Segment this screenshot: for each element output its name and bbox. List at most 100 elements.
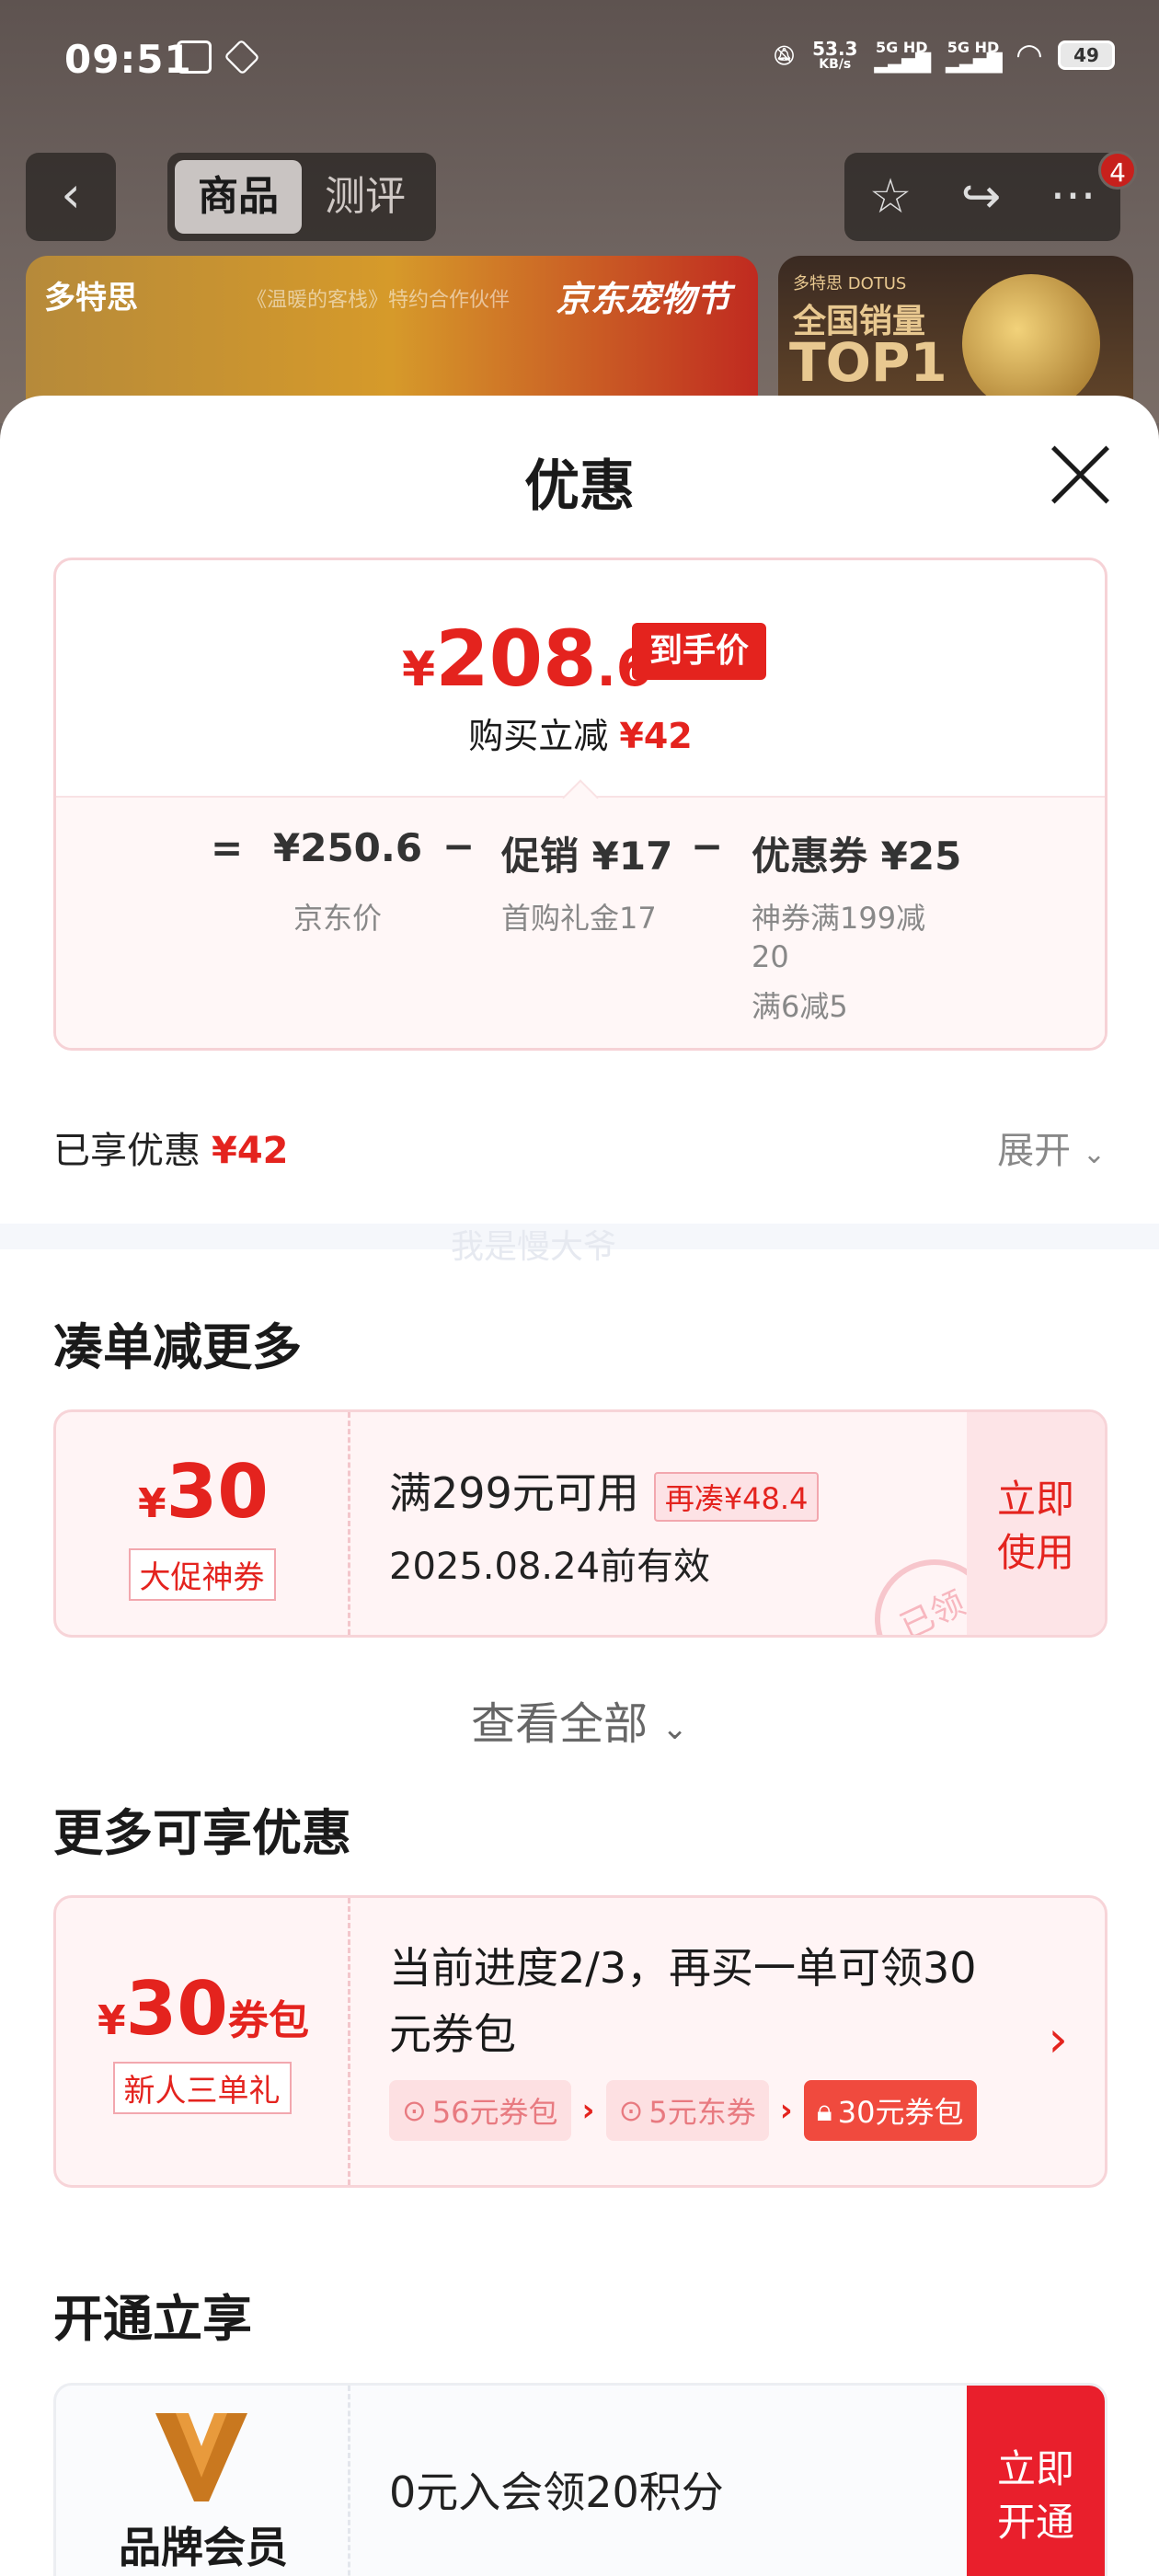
- step-2-label: 5元东券: [648, 2095, 756, 2130]
- check-circle-icon: ⊙: [618, 2093, 644, 2128]
- pack-suffix: 券包: [227, 1997, 309, 2044]
- pack-description: 当前进度2/3，再买一单可领30 元券包: [389, 1935, 977, 2067]
- expand-toggle[interactable]: 展开 ⌄: [997, 1121, 1106, 1174]
- use-coupon-label: 立即 使用: [996, 1477, 1074, 1575]
- step-1-label: 56元券包: [431, 2095, 558, 2130]
- step-3-label: 30元券包: [837, 2095, 964, 2130]
- chevron-left-icon: ‹: [61, 166, 81, 224]
- minus-sign-1: −: [442, 823, 476, 868]
- jd-price-label: 京东价: [293, 901, 383, 936]
- coupon-condition-row: 满299元可用 再凑¥48.4: [389, 1460, 820, 1522]
- status-bar: 09:51 🔕︎ 53.3 KB/s 5G HD ▂▃▅▇ 5G HD ▂▃▅▇ ◠…: [0, 0, 1159, 120]
- coupon-label-3: 满6减5: [752, 989, 848, 1024]
- diamond-notification-icon: [224, 39, 260, 75]
- speed-value: 53.3: [812, 38, 858, 60]
- speed-unit: KB/s: [819, 57, 852, 72]
- nav-tabs: 商品 测评: [167, 153, 436, 241]
- step-arrow-icon: ›: [779, 2092, 793, 2129]
- network-speed: 53.3 KB/s: [812, 40, 857, 71]
- join-label-2: 开通: [996, 2500, 1074, 2545]
- wifi-icon: ◠: [1016, 37, 1041, 74]
- saved-amount: ¥42: [619, 716, 693, 756]
- enjoyed-label: 已享优惠: [53, 1130, 201, 1172]
- minus-sign-2: −: [691, 823, 724, 868]
- pack-progress: ⊙ 56元券包 › ⊙ 5元东券 › 🔒︎ 30元券包: [389, 2080, 977, 2141]
- coupon-condition: 满299元可用: [389, 1468, 639, 1518]
- sheet-title: 优惠: [524, 454, 635, 519]
- banner-campaign: 京东宠物节: [555, 279, 730, 319]
- status-time: 09:51: [64, 37, 192, 82]
- price-breakdown-card: ¥ 208 .6 到手价 购买立减 ¥42 = ¥250.6 京东价 − 促销 …: [53, 558, 1107, 1051]
- pack-amount: ¥30券包: [56, 1966, 350, 2052]
- jd-price: ¥250.6: [273, 825, 423, 870]
- favorite-star-icon[interactable]: ☆: [869, 169, 912, 224]
- final-price: ¥ 208 .6: [402, 614, 652, 704]
- coupon-extra-tag: 再凑¥48.4: [653, 1471, 820, 1522]
- brand-v-logo-icon: [155, 2413, 247, 2501]
- banner-right-line2: TOP1: [789, 331, 947, 394]
- lock-icon: 🔒︎: [816, 2092, 832, 2128]
- coupon-valid-date: 2025.08.24前有效: [389, 1545, 711, 1588]
- view-all-button[interactable]: 查看全部 ⌄: [0, 1687, 1159, 1752]
- nav-actions: ☆ ↪ ···: [844, 153, 1120, 241]
- pack-desc-line1: 当前进度2/3，再买一单可领30: [389, 1943, 977, 1993]
- new-user-pack-card[interactable]: ¥30券包 新人三单礼 当前进度2/3，再买一单可领30 元券包 ⊙ 56元券包 …: [53, 1895, 1107, 2188]
- chevron-down-icon: ⌄: [1082, 1138, 1106, 1170]
- saved-label: 购买立减: [468, 716, 609, 756]
- pack-yen: ¥: [98, 1997, 126, 2044]
- close-icon[interactable]: [1047, 442, 1113, 508]
- coupon-amount: ¥30: [56, 1449, 350, 1535]
- tab-product[interactable]: 商品: [175, 160, 302, 234]
- final-price-section: ¥ 208 .6 到手价 购买立减 ¥42: [56, 560, 1105, 796]
- membership-brand: 品牌会员: [56, 2386, 350, 2576]
- promo-amount: 促销 ¥17: [501, 834, 673, 879]
- app-notification-icon: [177, 40, 212, 74]
- step-arrow-icon: ›: [581, 2092, 595, 2129]
- banner-brand: 多特思: [44, 280, 138, 316]
- discount-sheet: 优惠 ¥ 208 .6 到手价 购买立减 ¥42 = ¥250.6 京东价 − …: [0, 396, 1159, 2576]
- final-price-tag: 到手价: [632, 623, 766, 680]
- chevron-right-icon: ›: [1048, 2010, 1068, 2068]
- progress-step-1: ⊙ 56元券包: [389, 2080, 571, 2141]
- coupon-label-1: 神券满199减: [752, 901, 926, 936]
- share-icon[interactable]: ↪: [961, 169, 1002, 224]
- equals-sign: =: [211, 825, 244, 870]
- join-label-1: 立即: [996, 2446, 1074, 2491]
- coupon-amount-num: 30: [166, 1449, 269, 1535]
- pack-value: ¥30券包 新人三单礼: [56, 1898, 350, 2185]
- tab-review[interactable]: 测评: [302, 160, 429, 234]
- use-coupon-button[interactable]: 立即 使用: [967, 1412, 1105, 1635]
- progress-step-2: ⊙ 5元东券: [605, 2080, 769, 2141]
- coupon-value: ¥30 大促神券: [56, 1412, 350, 1635]
- saved-line: 购买立减 ¥42: [56, 707, 1105, 758]
- status-right: 🔕︎ 53.3 KB/s 5G HD ▂▃▅▇ 5G HD ▂▃▅▇ ◠ 49: [773, 37, 1115, 74]
- coupon-amount: 优惠券 ¥25: [752, 834, 962, 879]
- coupon-details: 满299元可用 再凑¥48.4 2025.08.24前有效: [389, 1460, 820, 1590]
- membership-label: 品牌会员: [119, 2523, 288, 2572]
- price-formula: = ¥250.6 京东价 − 促销 ¥17 首购礼金17 − 优惠券 ¥25 神…: [56, 796, 1105, 1048]
- membership-desc: 0元入会领20积分: [389, 2467, 724, 2517]
- section-title-more-order: 凑单减更多: [53, 1318, 302, 1376]
- back-button[interactable]: ‹: [26, 153, 116, 241]
- view-all-label: 查看全部: [471, 1698, 648, 1750]
- section-title-more-offers: 更多可享优惠: [53, 1804, 351, 1862]
- final-price-int: 208: [435, 614, 597, 704]
- notification-badge: 4: [1098, 151, 1137, 190]
- watermark: 我是慢大爷: [451, 1228, 617, 1266]
- status-notification-icons: [177, 39, 260, 75]
- more-dots-icon[interactable]: ···: [1050, 169, 1096, 224]
- join-membership-button[interactable]: 立即 开通: [967, 2386, 1105, 2576]
- enjoyed-amount: ¥42: [212, 1130, 289, 1172]
- banner-subtitle: 《温暖的客栈》特约合作伙伴: [247, 289, 511, 312]
- product-image: [962, 274, 1100, 412]
- pack-amount-num: 30: [125, 1966, 228, 2052]
- signal-1: 5G HD ▂▃▅▇: [874, 39, 931, 74]
- membership-card: 品牌会员 0元入会领20积分 立即 开通: [53, 2383, 1107, 2576]
- coupon-type-tag: 大促神券: [128, 1548, 276, 1601]
- mute-bell-icon: 🔕︎: [772, 44, 797, 66]
- coupon-label-2: 20: [752, 939, 789, 974]
- coupon-card: ¥30 大促神券 满299元可用 再凑¥48.4 2025.08.24前有效 已领…: [53, 1409, 1107, 1638]
- signal-2: 5G HD ▂▃▅▇: [946, 39, 1003, 74]
- coupon-yen: ¥: [138, 1480, 166, 1527]
- battery-indicator: 49: [1058, 40, 1115, 70]
